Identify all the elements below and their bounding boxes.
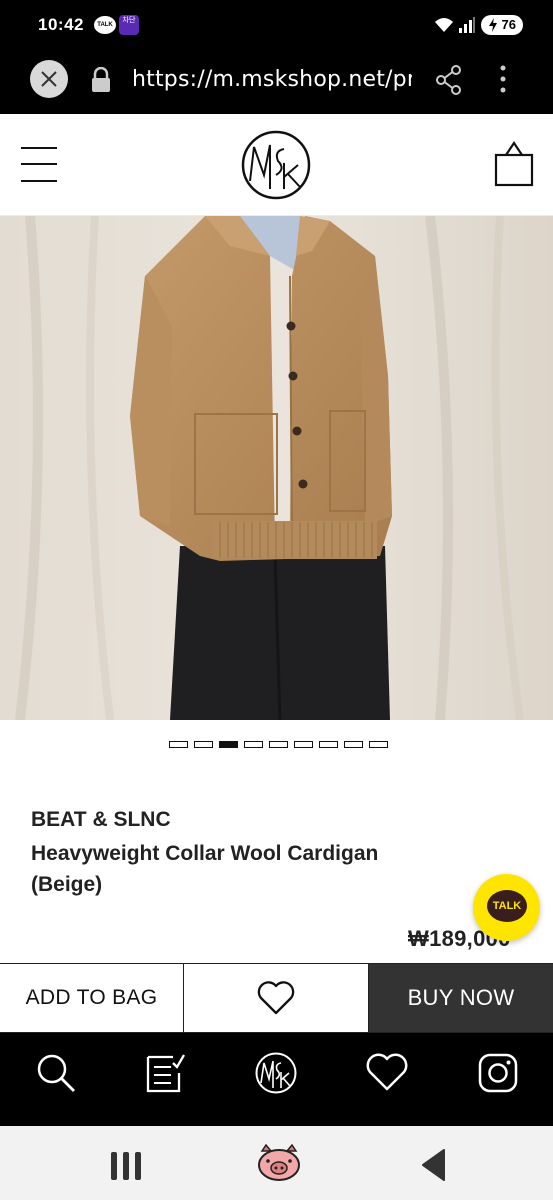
recent-apps-icon[interactable] [110, 1151, 142, 1181]
buy-now-button[interactable]: BUY NOW [369, 964, 553, 1032]
system-navigation-bar [0, 1126, 553, 1200]
instagram-icon[interactable] [476, 1051, 520, 1095]
purchase-action-bar: ADD TO BAG BUY NOW [0, 963, 553, 1033]
carousel-dot[interactable] [194, 741, 213, 748]
carousel-dot[interactable] [244, 741, 263, 748]
product-photo [0, 216, 553, 720]
product-name: Heavyweight Collar Wool Cardigan (Beige) [31, 838, 451, 900]
signal-icon [459, 17, 475, 33]
menu-icon[interactable] [21, 147, 57, 183]
shopping-bag-icon[interactable] [494, 141, 534, 187]
carousel-dot[interactable] [169, 741, 188, 748]
close-icon [41, 71, 57, 87]
carousel-indicator[interactable] [169, 741, 388, 749]
talk-chat-icon: TALK [487, 890, 527, 922]
battery-indicator: 76 [481, 15, 523, 35]
url-text[interactable]: https://m.mskshop.net/pr [132, 67, 412, 92]
battery-level: 76 [501, 17, 516, 32]
status-time: 10:42 [38, 15, 84, 34]
more-vertical-icon[interactable] [498, 64, 508, 94]
share-icon[interactable] [435, 65, 463, 95]
heart-icon [257, 981, 295, 1015]
home-icon[interactable] [256, 1143, 302, 1183]
carousel-dot[interactable] [294, 741, 313, 748]
msk-logo-icon[interactable] [254, 1051, 298, 1095]
status-bar: 10:42 TALK 차단 76 [0, 0, 553, 50]
site-header [0, 114, 553, 216]
browser-url-bar: https://m.mskshop.net/pr [0, 50, 553, 114]
kakaotalk-notification-icon: TALK [94, 16, 116, 34]
product-name-line2: (Beige) [31, 873, 103, 896]
carousel-dot[interactable] [369, 741, 388, 748]
carousel-dot[interactable] [319, 741, 338, 748]
close-tab-button[interactable] [30, 60, 68, 98]
wifi-icon [435, 18, 453, 32]
charging-bolt-icon [489, 18, 497, 32]
product-brand[interactable]: BEAT & SLNC [31, 808, 171, 832]
heart-icon[interactable] [365, 1051, 409, 1095]
carousel-dot[interactable] [219, 741, 238, 748]
product-name-line1: Heavyweight Collar Wool Cardigan [31, 842, 379, 865]
kakao-talk-button[interactable]: TALK [473, 874, 540, 941]
search-icon[interactable] [34, 1051, 78, 1095]
lock-icon [92, 67, 110, 92]
notification-badge: 차단 [119, 15, 139, 35]
back-icon[interactable] [420, 1148, 446, 1182]
wishlist-button[interactable] [184, 964, 369, 1032]
msk-logo[interactable] [240, 129, 312, 201]
add-to-bag-button[interactable]: ADD TO BAG [0, 964, 184, 1032]
bottom-nav [0, 1033, 553, 1126]
carousel-dot[interactable] [269, 741, 288, 748]
product-image[interactable] [0, 216, 553, 720]
list-icon[interactable] [143, 1051, 187, 1095]
carousel-dot[interactable] [344, 741, 363, 748]
